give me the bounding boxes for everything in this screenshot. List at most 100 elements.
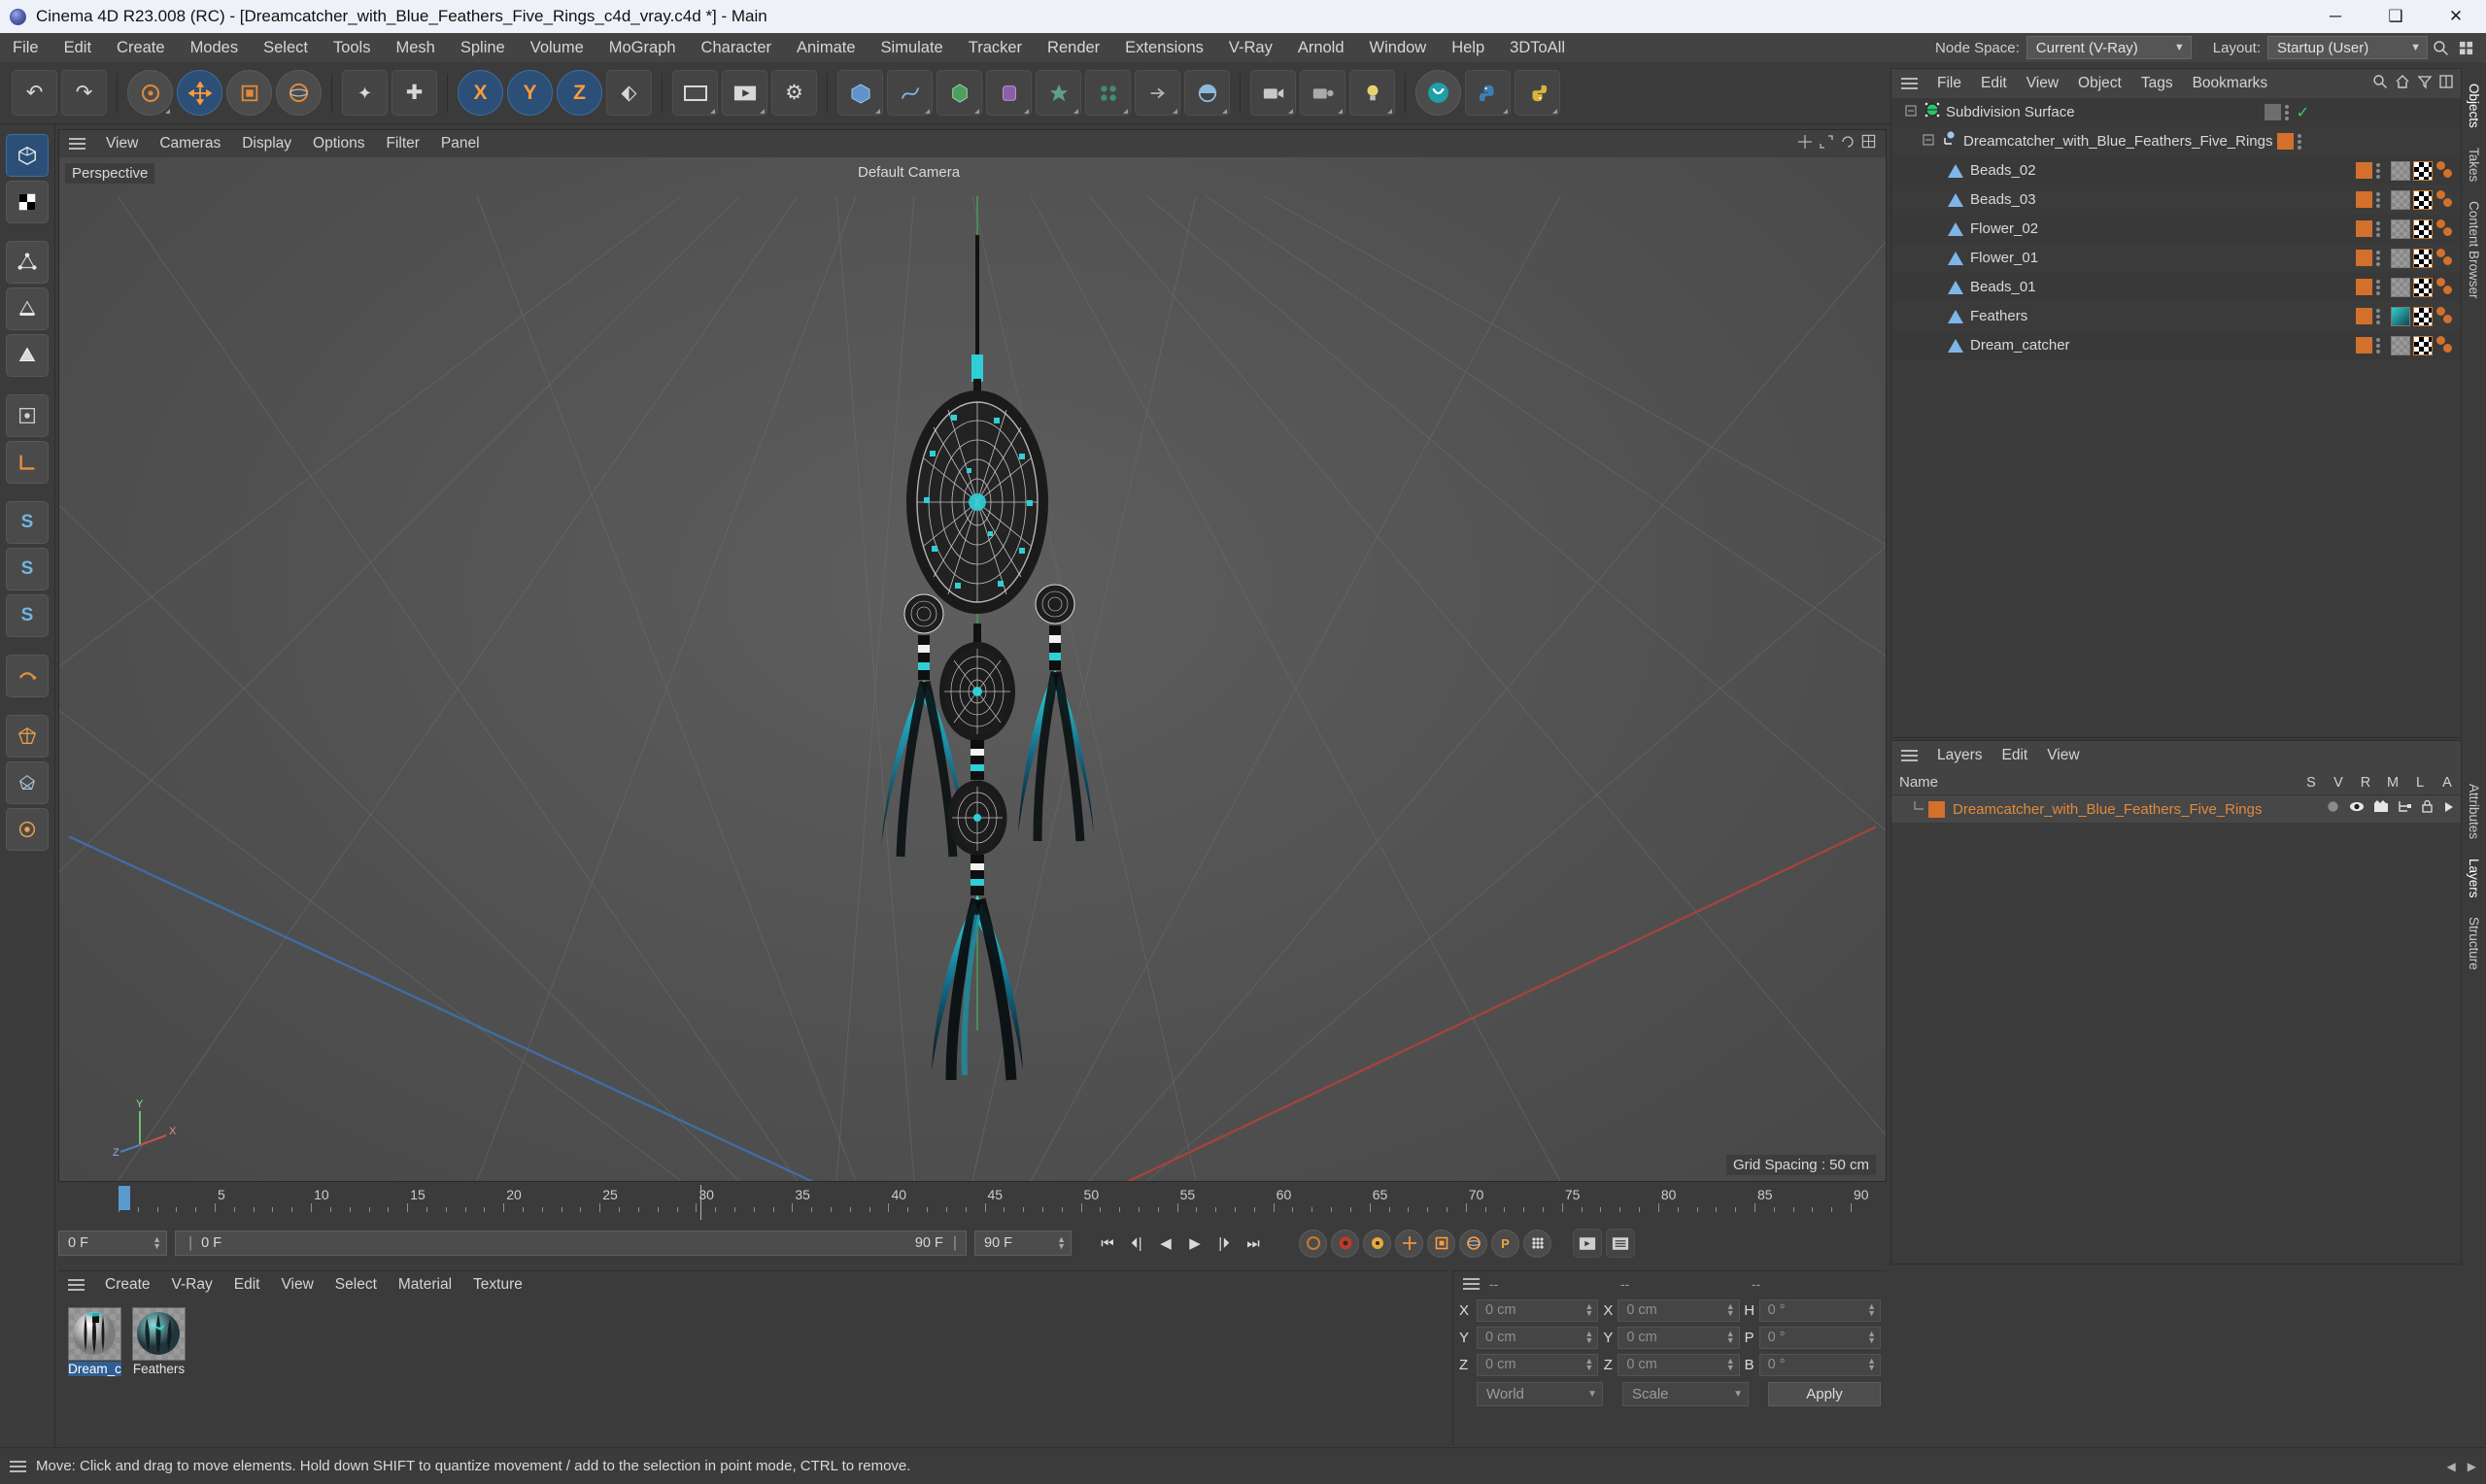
- object-menu-file[interactable]: File: [1927, 69, 1971, 98]
- world-coordinate-button[interactable]: ⬖: [606, 70, 652, 116]
- layer-color-tag[interactable]: [2356, 162, 2372, 179]
- menu-spline[interactable]: Spline: [448, 33, 518, 62]
- tag-dots-icon[interactable]: [2284, 104, 2289, 120]
- object-menu-view[interactable]: View: [2017, 69, 2068, 98]
- close-button[interactable]: ✕: [2426, 0, 2486, 33]
- tab-content-browser[interactable]: Content Browser: [2464, 193, 2484, 307]
- menu-select[interactable]: Select: [251, 33, 321, 62]
- panel-layout-icon[interactable]: [2439, 74, 2453, 93]
- array-generator-button[interactable]: [937, 70, 982, 116]
- tab-objects[interactable]: Objects: [2464, 76, 2484, 136]
- tag-dots-icon[interactable]: [2376, 220, 2380, 237]
- material-menu-select[interactable]: Select: [324, 1271, 388, 1298]
- selection-tag-icon[interactable]: [2435, 335, 2455, 355]
- scroll-right-icon[interactable]: ▶: [2468, 1460, 2476, 1473]
- stepper-icon[interactable]: ▲ ▼: [1726, 1357, 1735, 1372]
- stepper-icon[interactable]: ▲ ▼: [1584, 1357, 1593, 1372]
- menu-edit[interactable]: Edit: [51, 33, 104, 62]
- viewport-menu-options[interactable]: Options: [302, 130, 375, 157]
- position-z-input[interactable]: 0 cm ▲ ▼: [1477, 1353, 1599, 1376]
- object-row-flower-02[interactable]: Flower_02: [1891, 215, 2461, 244]
- points-mode-button[interactable]: [6, 241, 49, 284]
- model-mode-button[interactable]: [6, 134, 49, 177]
- status-menu-icon[interactable]: [0, 1460, 36, 1472]
- menu-volume[interactable]: Volume: [518, 33, 596, 62]
- material-tag-icon[interactable]: [2391, 248, 2410, 268]
- autokeying-button[interactable]: [1331, 1229, 1359, 1258]
- manager-toggle-icon[interactable]: [2398, 799, 2412, 819]
- previous-key-button[interactable]: ⏴|: [1122, 1230, 1151, 1257]
- lock-x-axis-button[interactable]: X: [458, 70, 503, 116]
- stepper-icon[interactable]: ▲ ▼: [1047, 1235, 1066, 1251]
- menu-window[interactable]: Window: [1357, 33, 1440, 62]
- material-tag-icon[interactable]: [2391, 189, 2410, 210]
- menu-help[interactable]: Help: [1439, 33, 1497, 62]
- home-icon[interactable]: [2395, 74, 2410, 94]
- material-menu-view[interactable]: View: [270, 1271, 324, 1298]
- position-key-button[interactable]: [1395, 1229, 1423, 1258]
- rotate-tool-button[interactable]: [276, 70, 322, 116]
- material-item-dream-catcher[interactable]: Dream_c: [68, 1307, 121, 1376]
- lock-z-axis-button[interactable]: Z: [557, 70, 602, 116]
- world-object-axis-button[interactable]: ✚: [392, 70, 437, 116]
- expand-collapse-icon[interactable]: [1923, 132, 1936, 151]
- uvw-tag-icon[interactable]: [2413, 160, 2433, 181]
- viewport-menu-filter[interactable]: Filter: [375, 130, 429, 157]
- tag-dots-icon[interactable]: [2376, 191, 2380, 208]
- object-row-flower-01[interactable]: Flower_01: [1891, 244, 2461, 273]
- layer-color-tag[interactable]: [2356, 220, 2372, 237]
- render-view-button[interactable]: [672, 70, 718, 116]
- selection-tag-icon[interactable]: [2435, 219, 2455, 239]
- material-tag-icon[interactable]: [2391, 306, 2410, 326]
- keyframe-selection-button[interactable]: [1363, 1229, 1391, 1258]
- viewport-menu-display[interactable]: Display: [231, 130, 302, 157]
- layer-color-tag[interactable]: [2356, 308, 2372, 324]
- uvw-tag-icon[interactable]: [2413, 248, 2433, 268]
- point-level-animation-button[interactable]: [1523, 1229, 1551, 1258]
- timeline-ruler[interactable]: 051015202530354045505560657075808590: [58, 1185, 1887, 1220]
- viewport-menu-view[interactable]: View: [95, 130, 149, 157]
- maximize-button[interactable]: ❑: [2366, 0, 2426, 33]
- tag-dots-icon[interactable]: [2376, 279, 2380, 295]
- quantize-snap-button[interactable]: S: [6, 548, 49, 590]
- viewport-menu-panel[interactable]: Panel: [430, 130, 491, 157]
- menu-character[interactable]: Character: [689, 33, 784, 62]
- python-script-button-1[interactable]: [1465, 70, 1511, 116]
- record-active-objects-button[interactable]: [1299, 1229, 1327, 1258]
- material-tag-icon[interactable]: [2391, 277, 2410, 297]
- object-menu-tags[interactable]: Tags: [2131, 69, 2183, 98]
- viewport-menu-cameras[interactable]: Cameras: [149, 130, 231, 157]
- display-tag-icon[interactable]: [2264, 104, 2281, 120]
- render-toggle-icon[interactable]: [2373, 799, 2389, 819]
- lock-y-axis-button[interactable]: Y: [507, 70, 553, 116]
- range-handle-icon[interactable]: ❘: [949, 1235, 961, 1251]
- visibility-toggle-icon[interactable]: [2349, 799, 2365, 819]
- object-row-beads-02[interactable]: Beads_02: [1891, 156, 2461, 186]
- menu-file[interactable]: File: [0, 33, 51, 62]
- stepper-icon[interactable]: ▲ ▼: [1726, 1302, 1735, 1318]
- material-menu-edit[interactable]: Edit: [223, 1271, 271, 1298]
- layer-color-tag[interactable]: [2277, 133, 2294, 150]
- material-menu-vray[interactable]: V-Ray: [161, 1271, 223, 1298]
- uvw-tag-icon[interactable]: [2413, 189, 2433, 210]
- size-z-input[interactable]: 0 cm ▲ ▼: [1618, 1353, 1740, 1376]
- menu-arnold[interactable]: Arnold: [1285, 33, 1357, 62]
- edges-mode-button[interactable]: [6, 287, 49, 330]
- layer-color-tag[interactable]: [2356, 337, 2372, 354]
- tab-structure[interactable]: Structure: [2464, 909, 2484, 978]
- object-row-dreamcatcher-group[interactable]: Dreamcatcher_with_Blue_Feathers_Five_Rin…: [1891, 127, 2461, 156]
- maximize-viewport-icon[interactable]: [1861, 134, 1876, 153]
- material-menu-icon[interactable]: [58, 1279, 94, 1291]
- workplane-snap-button[interactable]: S: [6, 594, 49, 637]
- coordinate-mode-dropdown[interactable]: Scale ▼: [1622, 1381, 1749, 1406]
- rotation-key-button[interactable]: [1459, 1229, 1487, 1258]
- enabled-check-icon[interactable]: ✓: [2297, 103, 2309, 122]
- viewport-solo-button[interactable]: [6, 655, 49, 697]
- uvw-tag-icon[interactable]: [2413, 219, 2433, 239]
- tag-dots-icon[interactable]: [2376, 162, 2380, 179]
- expand-collapse-icon[interactable]: [1905, 103, 1919, 121]
- play-back-button[interactable]: ◀: [1151, 1230, 1180, 1257]
- object-row-beads-03[interactable]: Beads_03: [1891, 186, 2461, 215]
- selection-tag-icon[interactable]: [2435, 189, 2455, 210]
- animation-range-field[interactable]: ❘ 0 F 90 F ❘: [175, 1231, 967, 1256]
